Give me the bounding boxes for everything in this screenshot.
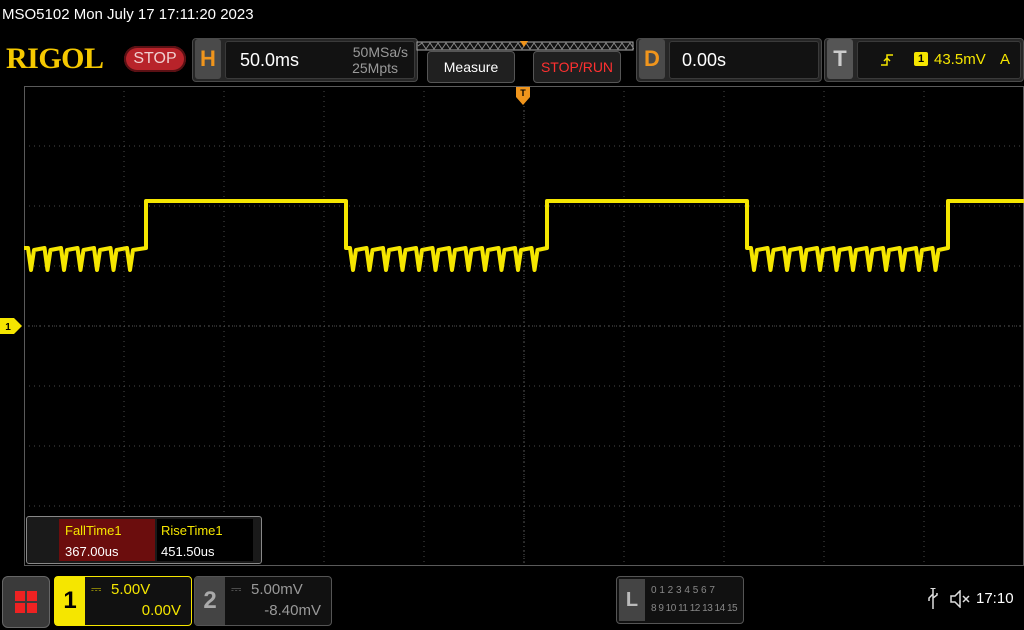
rising-edge-icon: [881, 54, 893, 66]
ch2-scale: 5.00mV: [251, 581, 303, 598]
trigger-panel[interactable]: T 1 43.5mV A: [824, 38, 1024, 82]
logic-badge: L: [619, 579, 645, 621]
trigger-time-marker[interactable]: T: [516, 87, 530, 109]
clock: 17:10: [976, 590, 1014, 607]
trigger-level: 43.5mV: [934, 51, 986, 68]
measurement-item-risetime: RiseTime1 451.50us: [157, 519, 253, 561]
grid-menu-icon: [15, 591, 37, 613]
stop-run-button[interactable]: STOP/RUN: [533, 51, 621, 83]
logic-channels-row2: 8 9 10 11 12 13 14 15: [651, 603, 738, 614]
ch2-panel[interactable]: 2 ⎓ 5.00mV -8.40mV: [194, 576, 332, 626]
waveform-graticule: [24, 86, 1024, 566]
measurement-item-falltime: FallTime1 367.00us: [59, 519, 155, 561]
run-state-badge[interactable]: STOP: [124, 46, 186, 72]
trigger-badge: T: [827, 39, 853, 79]
risetime-value: 451.50us: [161, 544, 215, 559]
sample-rate: 50MSa/s: [352, 44, 408, 60]
horizontal-value-box: 50.0ms 50MSa/s 25Mpts: [225, 41, 415, 79]
model-datetime: MSO5102 Mon July 17 17:11:20 2023: [2, 6, 254, 23]
logic-channels-row1: 0 1 2 3 4 5 6 7: [651, 585, 715, 596]
memory-ruler: [416, 38, 635, 51]
waveform-display[interactable]: [24, 86, 1024, 566]
trigger-value-box: 1 43.5mV A: [857, 41, 1021, 79]
timebase-value: 50.0ms: [240, 50, 300, 70]
ch2-offset: -8.40mV: [264, 602, 321, 619]
delay-value-box: 0.00s: [669, 41, 819, 79]
dc-coupling-icon: ⎓: [91, 581, 102, 596]
horizontal-badge: H: [195, 39, 221, 79]
ch1-offset: 0.00V: [141, 602, 181, 619]
menu-button[interactable]: [2, 576, 50, 628]
risetime-label: RiseTime1: [161, 523, 223, 538]
trigger-source-badge: 1: [914, 52, 928, 66]
measurement-panel[interactable]: FallTime1 367.00us RiseTime1 451.50us: [26, 516, 262, 564]
delay-badge: D: [639, 39, 665, 79]
title-bar: MSO5102 Mon July 17 17:11:20 2023: [0, 0, 1024, 30]
ch1-scale: 5.00V: [111, 581, 151, 598]
svg-text:1: 1: [5, 322, 11, 333]
memory-ruler-graphic: [416, 41, 635, 51]
delay-value: 0.00s: [682, 50, 727, 70]
falltime-label: FallTime1: [65, 523, 122, 538]
ch2-number: 2: [195, 577, 225, 625]
ch1-panel[interactable]: 1 ⎓ 5.00V 0.00V: [54, 576, 192, 626]
trigger-marker-label: T: [520, 88, 526, 98]
measure-button[interactable]: Measure: [427, 51, 515, 83]
logic-panel[interactable]: L 0 1 2 3 4 5 6 7 8 9 10 11 12 13 14 15: [616, 576, 744, 624]
ch1-ground-marker[interactable]: 1: [0, 318, 22, 334]
rigol-logo: RIGOL: [6, 42, 104, 75]
delay-panel[interactable]: D 0.00s: [636, 38, 822, 82]
dc-coupling-icon: ⎓: [231, 581, 242, 596]
ch1-number: 1: [55, 577, 85, 625]
falltime-value: 367.00us: [65, 544, 119, 559]
memory-depth: 25Mpts: [352, 60, 398, 76]
ch1-marker-icon: 1: [0, 318, 22, 334]
usb-icon: [928, 588, 938, 609]
trigger-mode: A: [1000, 51, 1011, 68]
horizontal-panel[interactable]: H 50.0ms 50MSa/s 25Mpts: [192, 38, 418, 82]
speaker-muted-icon[interactable]: [950, 590, 972, 608]
trigger-marker-icon: T: [516, 87, 530, 105]
